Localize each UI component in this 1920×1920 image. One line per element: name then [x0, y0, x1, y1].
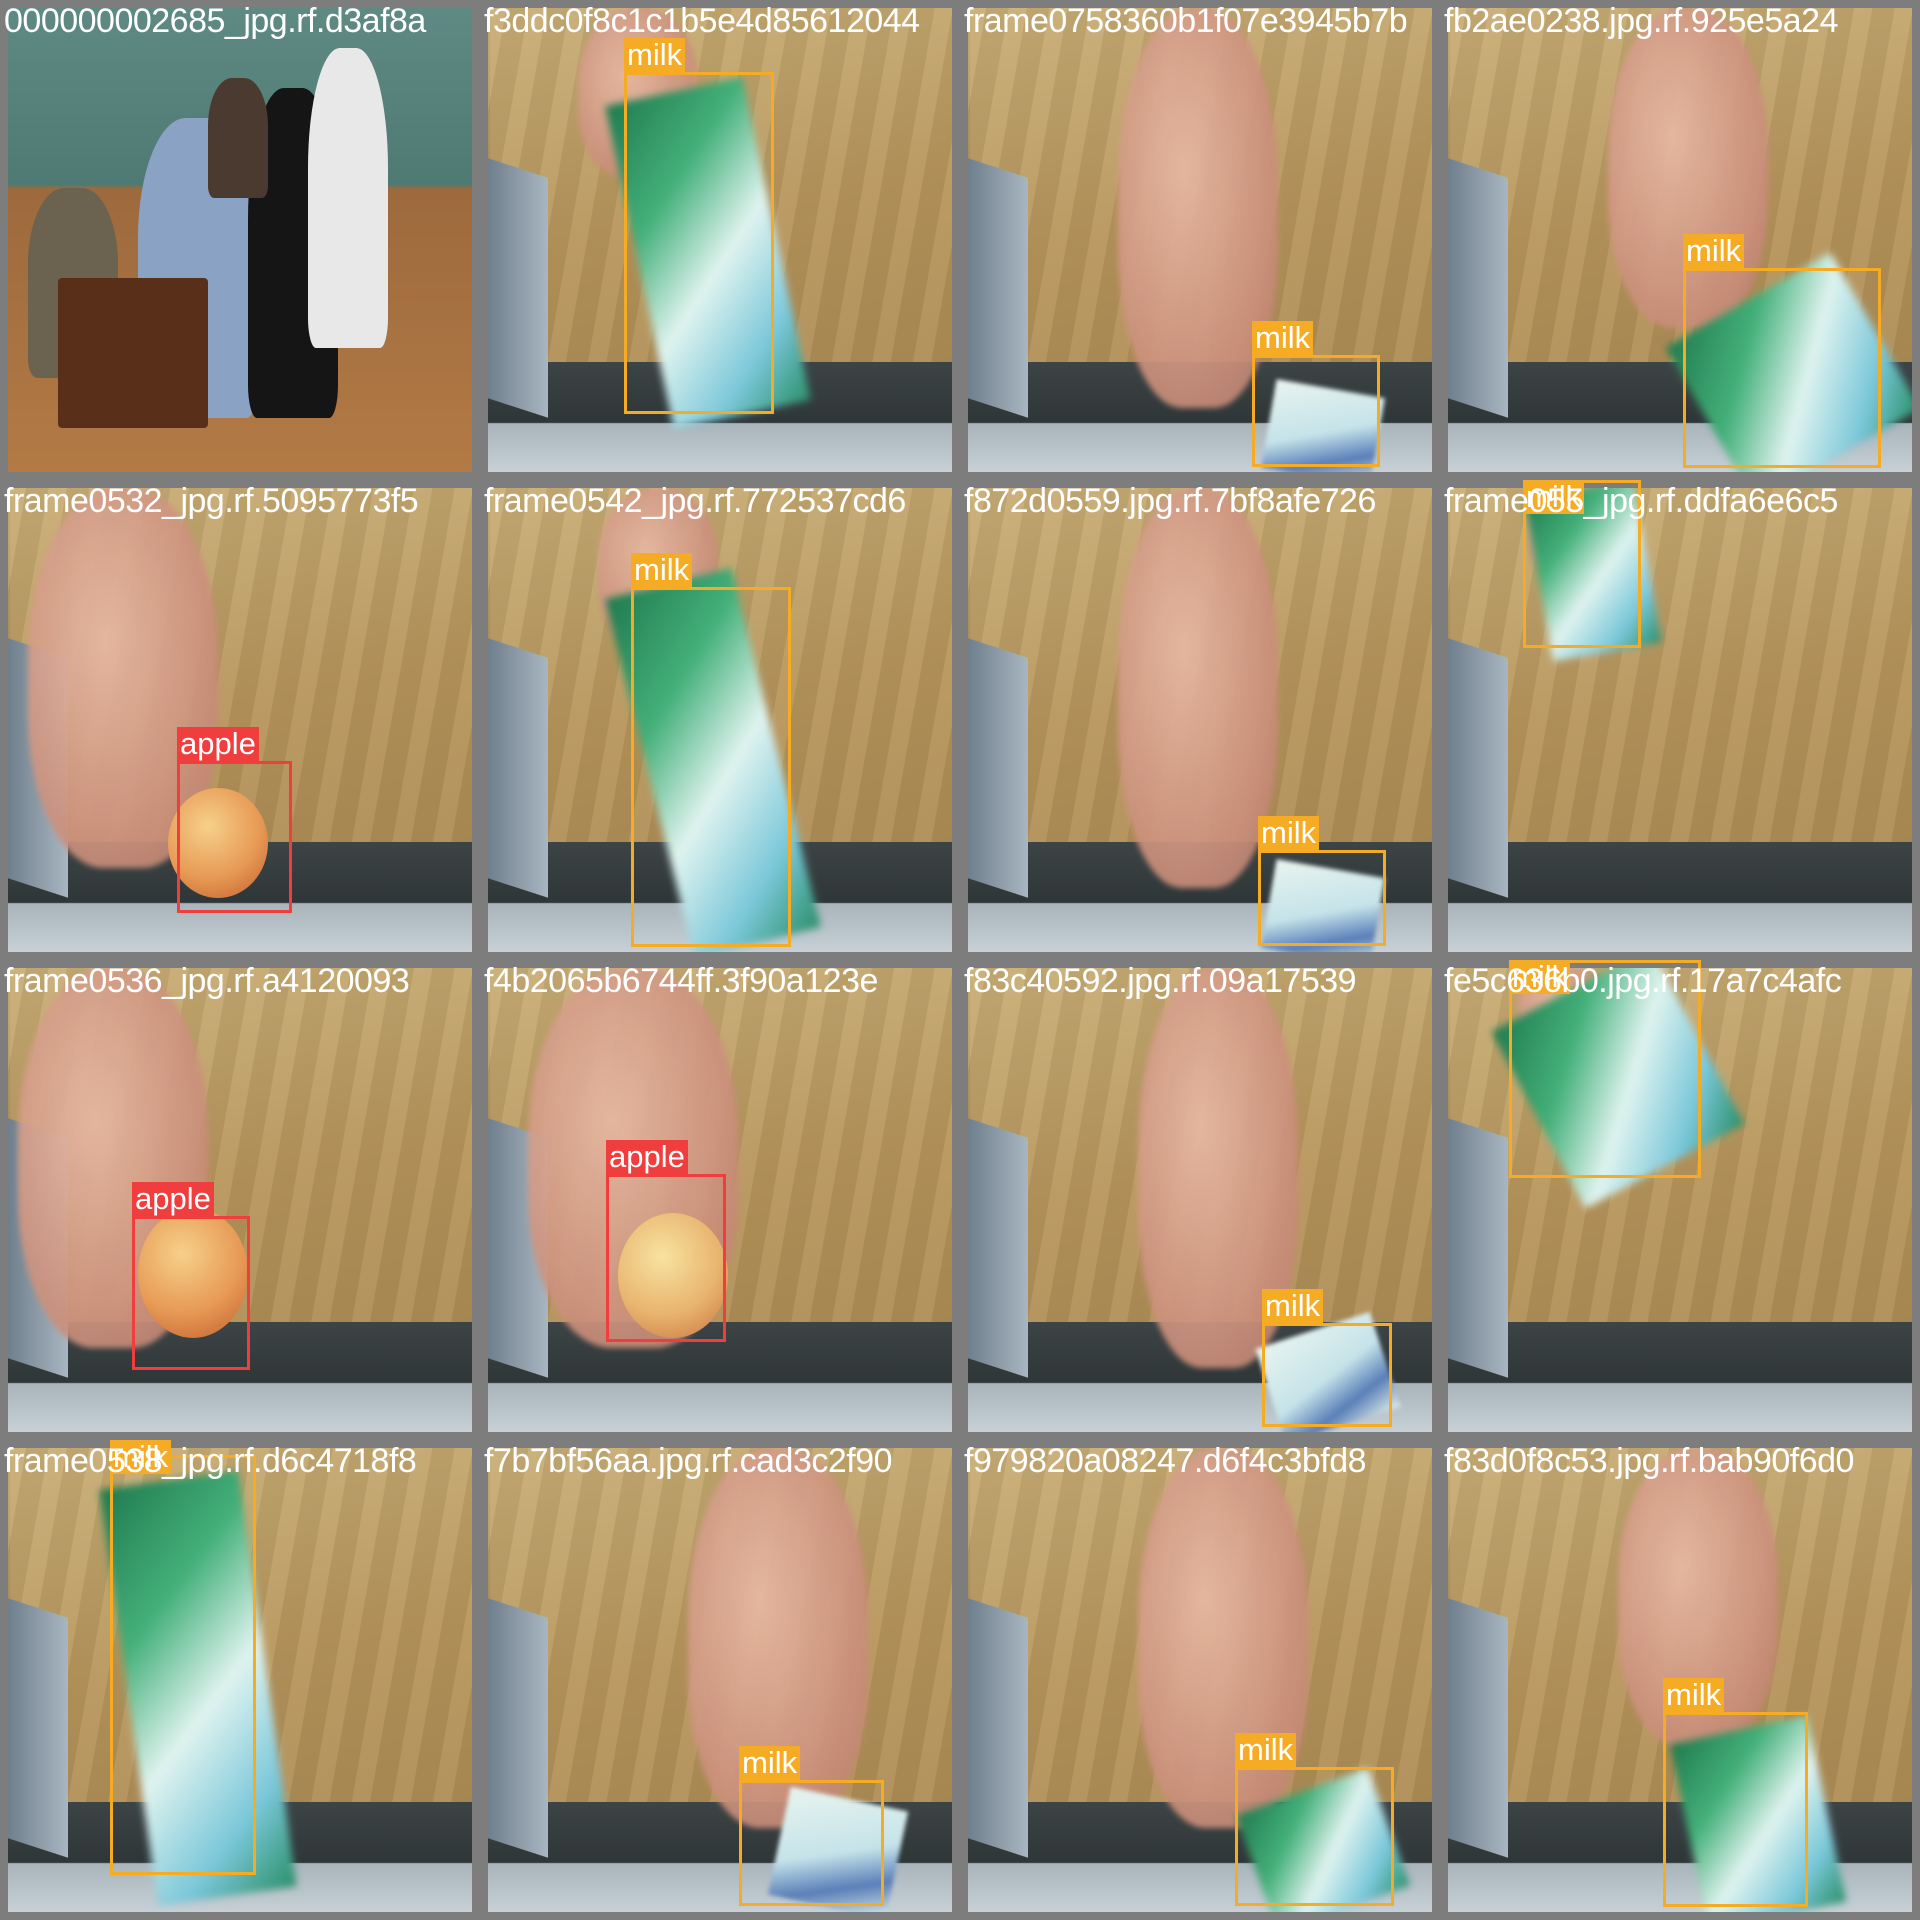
- detection-box-apple: [606, 1174, 726, 1342]
- detection-label: milk: [1262, 1289, 1324, 1323]
- tile-filename: f7b7bf56aa.jpg.rf.cad3c2f90: [484, 1442, 893, 1480]
- mosaic-tile: milk frame0542_jpg.rf.772537cd6: [480, 480, 960, 960]
- detection-box-milk: [739, 1780, 884, 1906]
- mosaic-tile: apple f4b2065b6744ff.3f90a123e: [480, 960, 960, 1440]
- mosaic-tile: milk f83d0f8c53.jpg.rf.bab90f6d0: [1440, 1440, 1920, 1920]
- bin-side-wall: [1448, 1118, 1508, 1378]
- wooden-counter: [58, 278, 208, 428]
- mosaic-tile: milk f3ddc0f8c1c1b5e4d85612044: [480, 0, 960, 480]
- bin-side-wall: [968, 1598, 1028, 1858]
- bin-side-wall: [968, 158, 1028, 418]
- detection-label: apple: [132, 1182, 214, 1216]
- bin-rim: [1448, 1322, 1912, 1432]
- detection-box-milk: [631, 587, 791, 947]
- tile-filename: f979820a08247.d6f4c3bfd8: [964, 1442, 1367, 1480]
- detection-label: milk: [1683, 234, 1745, 268]
- tile-filename: frame0532_jpg.rf.5095773f5: [4, 482, 419, 520]
- tile-filename: f83c40592.jpg.rf.09a17539: [964, 962, 1357, 1000]
- detection-box-milk: [110, 1455, 256, 1875]
- detection-label: apple: [177, 727, 259, 761]
- mosaic-tile: milk frame0538_jpg.rf.d6c4718f8: [0, 1440, 480, 1920]
- detection-box-milk: [1252, 355, 1380, 467]
- detection-label: milk: [624, 38, 686, 72]
- mosaic-tile: 000000002685_jpg.rf.d3af8a: [0, 0, 480, 480]
- bin-side-wall: [488, 1598, 548, 1858]
- detection-label: milk: [739, 1746, 801, 1780]
- detection-box-milk: [1262, 1323, 1392, 1427]
- detection-box-milk: [1683, 268, 1881, 468]
- detection-label: milk: [1258, 816, 1320, 850]
- tile-filename: frame055_jpg.rf.ddfa6e6c5: [1444, 482, 1838, 520]
- bin-side-wall: [488, 638, 548, 898]
- mosaic-tile: apple frame0532_jpg.rf.5095773f5: [0, 480, 480, 960]
- detection-label: milk: [631, 553, 693, 587]
- bin-rim: [1448, 842, 1912, 952]
- tile-filename: frame0538_jpg.rf.d6c4718f8: [4, 1442, 417, 1480]
- detection-mosaic: 000000002685_jpg.rf.d3af8a milk f3ddc0f8c1…: [0, 0, 1920, 1920]
- mosaic-tile: milk frame0758360b1f07e3945b7b: [960, 0, 1440, 480]
- detection-label: milk: [1252, 321, 1314, 355]
- bin-side-wall: [1448, 638, 1508, 898]
- tile-filename: 000000002685_jpg.rf.d3af8a: [4, 2, 426, 40]
- hand-arm: [1118, 488, 1278, 888]
- detection-label: milk: [1235, 1733, 1297, 1767]
- bin-side-wall: [1448, 158, 1508, 418]
- tile-filename: frame0536_jpg.rf.a4120093: [4, 962, 410, 1000]
- tile-filename: fe5c636b0.jpg.rf.17a7c4afc: [1444, 962, 1842, 1000]
- camera-frame: [1448, 488, 1912, 952]
- detection-label: milk: [1663, 1678, 1725, 1712]
- mosaic-tile: milk fe5c636b0.jpg.rf.17a7c4afc: [1440, 960, 1920, 1440]
- mosaic-tile: milk f872d0559.jpg.rf.7bf8afe726: [960, 480, 1440, 960]
- tile-filename: f872d0559.jpg.rf.7bf8afe726: [964, 482, 1376, 520]
- mosaic-tile: milk f83c40592.jpg.rf.09a17539: [960, 960, 1440, 1440]
- tile-filename: frame0542_jpg.rf.772537cd6: [484, 482, 906, 520]
- mosaic-tile: milk fb2ae0238.jpg.rf.925e5a24: [1440, 0, 1920, 480]
- tile-filename: f83d0f8c53.jpg.rf.bab90f6d0: [1444, 1442, 1854, 1480]
- tile-filename: f4b2065b6744ff.3f90a123e: [484, 962, 878, 1000]
- detection-label: apple: [606, 1140, 688, 1174]
- bin-side-wall: [1448, 1598, 1508, 1858]
- detection-box-milk: [1235, 1767, 1394, 1906]
- bin-side-wall: [488, 158, 548, 418]
- detection-box-apple: [177, 761, 292, 913]
- bin-side-wall: [968, 1118, 1028, 1378]
- tile-filename: f3ddc0f8c1c1b5e4d85612044: [484, 2, 920, 40]
- mosaic-tile: milk frame055_jpg.rf.ddfa6e6c5: [1440, 480, 1920, 960]
- detection-box-milk: [1663, 1712, 1808, 1907]
- detection-box-milk: [1258, 850, 1386, 946]
- bin-side-wall: [8, 1598, 68, 1858]
- mosaic-tile: milk f979820a08247.d6f4c3bfd8: [960, 1440, 1440, 1920]
- bin-side-wall: [968, 638, 1028, 898]
- person-figure: [208, 78, 268, 198]
- person-figure: [308, 48, 388, 348]
- detection-box-apple: [132, 1216, 250, 1370]
- detection-box-milk: [624, 72, 774, 414]
- mosaic-tile: apple frame0536_jpg.rf.a4120093: [0, 960, 480, 1440]
- mosaic-tile: milk f7b7bf56aa.jpg.rf.cad3c2f90: [480, 1440, 960, 1920]
- tile-filename: frame0758360b1f07e3945b7b: [964, 2, 1408, 40]
- store-photo: [8, 8, 472, 472]
- tile-filename: fb2ae0238.jpg.rf.925e5a24: [1444, 2, 1838, 40]
